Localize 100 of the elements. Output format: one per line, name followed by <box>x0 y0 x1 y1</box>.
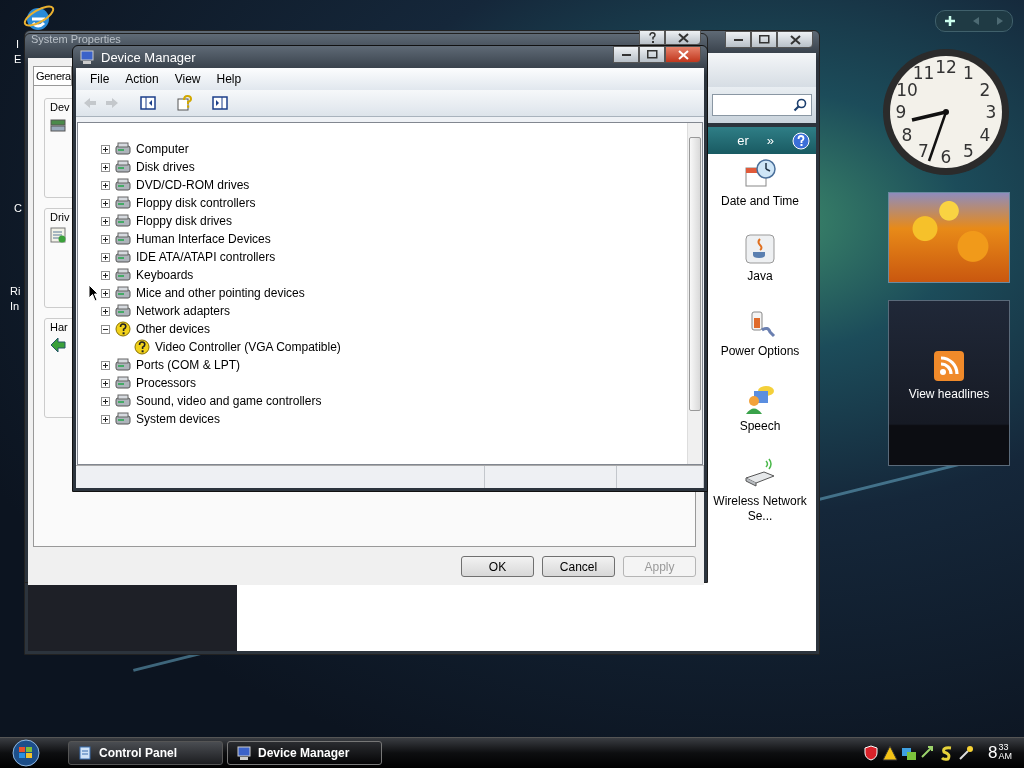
expand-icon[interactable] <box>101 288 110 298</box>
expand-icon[interactable] <box>101 396 110 406</box>
tree-item[interactable]: Other devices <box>136 322 211 336</box>
collapse-icon[interactable] <box>101 324 110 334</box>
control-panel-item[interactable]: Java <box>730 269 790 284</box>
taskbar-button[interactable]: Device Manager <box>227 741 382 765</box>
device-icon <box>115 267 131 283</box>
control-panel-item[interactable]: Speech <box>712 419 808 434</box>
desktop-icon-label[interactable]: I <box>16 38 20 50</box>
device-icon <box>115 195 131 211</box>
maximize-icon <box>758 35 770 44</box>
tree-item[interactable]: Computer <box>136 142 189 156</box>
tree-item[interactable]: DVD/CD-ROM drives <box>136 178 250 192</box>
menu-item[interactable]: Action <box>117 72 167 86</box>
person-speech-icon[interactable] <box>744 383 776 415</box>
expand-icon[interactable] <box>101 270 110 280</box>
menu-item[interactable]: File <box>82 72 118 86</box>
scrollbar[interactable] <box>687 123 702 464</box>
search-field[interactable] <box>712 94 812 116</box>
device-icon <box>115 141 131 157</box>
desktop-icon-label[interactable]: In <box>10 300 20 312</box>
show-hide-pane-icon[interactable] <box>212 95 228 111</box>
question-mark-icon <box>134 339 150 355</box>
tree-item[interactable]: Disk drives <box>136 160 195 174</box>
tree-item[interactable]: Floppy disk drives <box>136 214 233 228</box>
warning-icon <box>882 745 899 761</box>
device-icon <box>115 357 131 373</box>
tree-item[interactable]: Processors <box>136 376 197 390</box>
menu-item[interactable]: Help <box>208 72 250 86</box>
minimize-button[interactable] <box>613 46 639 63</box>
close-button[interactable] <box>665 46 701 63</box>
expand-icon[interactable] <box>101 180 110 190</box>
ie-logo-icon <box>22 2 56 32</box>
help-button[interactable] <box>639 30 665 45</box>
network-icon <box>901 745 918 761</box>
computer-icon <box>79 49 95 65</box>
tree-item[interactable]: Video Controller (VGA Compatible) <box>155 340 341 354</box>
expand-icon[interactable] <box>101 360 110 370</box>
expand-icon[interactable] <box>101 162 110 172</box>
expand-icon[interactable] <box>101 306 110 316</box>
computer-icon <box>236 745 252 761</box>
expand-icon[interactable] <box>101 234 110 244</box>
control-panel-item[interactable]: Wireless Network Se... <box>712 494 808 524</box>
tree-item[interactable]: System devices <box>136 412 221 426</box>
show-hide-tree-icon[interactable] <box>140 95 156 111</box>
menu-item[interactable]: View <box>166 72 209 86</box>
question-mark-icon <box>115 321 131 337</box>
usb-adapter-icon[interactable] <box>744 458 776 490</box>
expand-icon[interactable] <box>101 252 110 262</box>
tree-item[interactable]: Ports (COM & LPT) <box>136 358 240 372</box>
expand-icon[interactable] <box>101 144 110 154</box>
taskbar-button[interactable]: Control Panel <box>68 741 223 765</box>
group-label: Driv <box>50 211 70 223</box>
tab[interactable]: Genera <box>33 66 72 85</box>
hardware-icon <box>50 117 66 133</box>
more-chevron[interactable]: » <box>766 133 774 148</box>
tree-item[interactable]: Human Interface Devices <box>136 232 271 246</box>
minimize-button[interactable] <box>725 31 751 48</box>
group-label: Har <box>50 321 68 333</box>
close-button[interactable] <box>777 31 813 48</box>
maximize-button[interactable] <box>751 31 777 48</box>
device-icon <box>115 375 131 391</box>
help-document-icon[interactable] <box>176 95 192 111</box>
tree-item[interactable]: Keyboards <box>136 268 194 282</box>
ok-button[interactable]: OK <box>461 556 534 577</box>
feed-link[interactable]: View headlines <box>908 387 990 401</box>
expand-icon[interactable] <box>101 414 110 424</box>
clock-minutes: 33 <box>998 743 1010 752</box>
expand-icon[interactable] <box>101 378 110 388</box>
expand-icon[interactable] <box>101 198 110 208</box>
device-icon <box>115 231 131 247</box>
tree-item[interactable]: Mice and other pointing devices <box>136 286 305 300</box>
coffee-cup-icon[interactable] <box>744 233 776 265</box>
desktop-icon-label[interactable]: C <box>14 202 22 214</box>
tree-item[interactable]: Network adapters <box>136 304 231 318</box>
expand-icon[interactable] <box>101 216 110 226</box>
clock-hour: 8 <box>988 743 998 763</box>
header-label[interactable]: er <box>737 133 749 148</box>
tree-item[interactable]: IDE ATA/ATAPI controllers <box>136 250 276 264</box>
help-icon[interactable] <box>792 131 810 150</box>
window-title: Device Manager <box>101 49 196 65</box>
close-button[interactable] <box>665 30 701 45</box>
cancel-button[interactable]: Cancel <box>542 556 615 577</box>
desktop-icon-label[interactable]: E <box>14 53 22 65</box>
control-panel-item[interactable]: Power Options <box>712 344 808 359</box>
close-icon <box>789 34 801 45</box>
mouse-pointer-icon <box>88 284 99 302</box>
tree-item[interactable]: Floppy disk controllers <box>136 196 256 210</box>
help-icon <box>648 32 656 43</box>
device-icon <box>115 285 131 301</box>
desktop-icon-label[interactable]: Ri <box>10 285 21 297</box>
maximize-button[interactable] <box>639 46 665 63</box>
close-icon <box>677 32 689 43</box>
add-icon[interactable] <box>944 15 956 27</box>
clock-period: AM <box>998 752 1012 761</box>
control-panel-item[interactable]: Date and Time <box>712 194 808 209</box>
device-icon <box>115 213 131 229</box>
calendar-clock-icon[interactable] <box>744 158 776 190</box>
document-icon <box>50 227 66 243</box>
tree-item[interactable]: Sound, video and game controllers <box>136 394 322 408</box>
